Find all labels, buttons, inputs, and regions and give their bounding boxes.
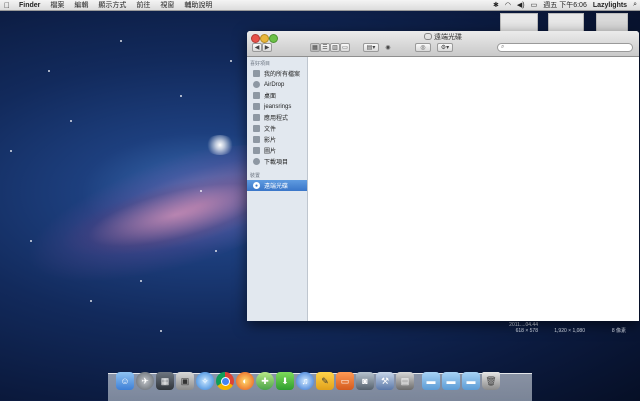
- menu-app-name[interactable]: Finder: [14, 2, 45, 9]
- safari-icon[interactable]: ✧: [196, 372, 214, 390]
- sidebar-header-devices: 裝置: [250, 173, 261, 179]
- sidebar-item-label: 我的所有檔案: [264, 72, 301, 78]
- eye-icon[interactable]: ◎: [415, 43, 431, 52]
- search-field[interactable]: ⌕: [497, 43, 633, 52]
- menu-edit[interactable]: 編輯: [69, 0, 93, 10]
- arrange-button[interactable]: ▤▾: [363, 43, 379, 52]
- quicklook-button[interactable]: ◉: [384, 43, 392, 52]
- dock-icons: ☺ ✈ ▦ ▣ ✧ ◐ ✚ ⬇ ♫ ✎ ▭ ◙ ⚒ ▤ ▬ ▬ ▬ 🗑: [116, 372, 502, 390]
- mission-control-icon[interactable]: ▦: [156, 372, 174, 390]
- sidebar-item-label: 圖片: [264, 149, 277, 155]
- column-view-button[interactable]: ▥: [330, 43, 340, 52]
- sidebar-item-applications[interactable]: 應用程式: [247, 112, 307, 123]
- back-button[interactable]: ◀: [252, 43, 262, 52]
- sidebar-item-pictures[interactable]: 圖片: [247, 145, 307, 156]
- home-icon: [253, 103, 260, 110]
- menu-view[interactable]: 顯示方式: [93, 0, 131, 10]
- file-browser-content[interactable]: [308, 57, 639, 321]
- menu-window[interactable]: 視窗: [155, 0, 179, 10]
- sidebar-item-label: AirDrop: [264, 81, 285, 88]
- sidebar-item-home[interactable]: jeansrings: [247, 101, 307, 112]
- sidebar-item-documents[interactable]: 文件: [247, 123, 307, 134]
- preview-icon[interactable]: ▣: [176, 372, 194, 390]
- desktop-file-label[interactable]: 2011....04.44 618 × 578: [494, 322, 538, 334]
- list-view-button[interactable]: ☰: [320, 43, 330, 52]
- desktop-file-label[interactable]: 8 像素: [596, 328, 626, 334]
- action-gear-button[interactable]: ⚙▾: [437, 43, 453, 52]
- menubar-clock[interactable]: 週五 下午6:06: [540, 0, 590, 10]
- movies-icon: [253, 136, 260, 143]
- itunes-icon[interactable]: ♫: [296, 372, 314, 390]
- airdrop-icon: [253, 81, 260, 88]
- documents-folder-icon[interactable]: ▬: [462, 372, 480, 390]
- sidebar-item-label: 影片: [264, 138, 277, 144]
- downloads-icon: [253, 158, 260, 165]
- bluetooth-icon[interactable]: ✱: [490, 1, 502, 9]
- facetime-icon[interactable]: ◙: [356, 372, 374, 390]
- downloads-folder-icon[interactable]: ▬: [442, 372, 460, 390]
- sidebar-item-label: 遠端光碟: [264, 184, 289, 190]
- chrome-icon[interactable]: [216, 372, 234, 390]
- applications-icon: [253, 114, 260, 121]
- menubar-user[interactable]: Lazylights: [590, 2, 630, 9]
- finder-icon[interactable]: ☺: [116, 372, 134, 390]
- cyberduck-icon[interactable]: ✚: [256, 372, 274, 390]
- search-icon: ⌕: [501, 44, 505, 50]
- sidebar-item-label: 桌面: [264, 94, 277, 100]
- sidebar-item-remote-disc[interactable]: ● 遠端光碟: [247, 180, 307, 191]
- menu-file[interactable]: 檔案: [45, 0, 69, 10]
- xcode-icon[interactable]: ⚒: [376, 372, 394, 390]
- sidebar-item-label: 文件: [264, 127, 277, 133]
- firefox-icon[interactable]: ◐: [236, 372, 254, 390]
- coverflow-view-button[interactable]: ▭: [340, 43, 350, 52]
- trash-icon[interactable]: 🗑: [482, 372, 500, 390]
- wifi-icon[interactable]: ◠: [502, 1, 514, 9]
- sidebar-item-all-files[interactable]: 我的所有檔案: [247, 68, 307, 79]
- sidebar: 喜好項目 我的所有檔案 AirDrop 桌面 jeansrings 應用程式 文…: [247, 57, 308, 321]
- volume-icon[interactable]: ◀): [514, 1, 528, 9]
- photo-booth-icon[interactable]: ▤: [396, 372, 414, 390]
- window-title: 遠端光碟: [247, 32, 639, 42]
- finder-window: 遠端光碟 ◀ ▶ ▦ ☰ ▥ ▭ ▤▾ ◉ ◎ ⚙▾ ⌕ 喜好項目 我的所有檔案…: [247, 31, 639, 321]
- sidebar-item-downloads[interactable]: 下載項目: [247, 156, 307, 167]
- menu-bar:  Finder 檔案 編輯 顯示方式 前往 視窗 輔助說明 ✱ ◠ ◀) ▭ …: [0, 0, 640, 11]
- remote-disc-icon: ●: [253, 182, 260, 189]
- desktop-file-label[interactable]: 1,920 × 1,080: [545, 328, 585, 334]
- folder-icon[interactable]: ▬: [422, 372, 440, 390]
- keynote-icon[interactable]: ▭: [336, 372, 354, 390]
- window-toolbar: 遠端光碟 ◀ ▶ ▦ ☰ ▥ ▭ ▤▾ ◉ ◎ ⚙▾ ⌕: [247, 31, 639, 57]
- sidebar-item-label: 應用程式: [264, 116, 289, 122]
- all-files-icon: [253, 70, 260, 77]
- menu-go[interactable]: 前往: [131, 0, 155, 10]
- sidebar-item-airdrop[interactable]: AirDrop: [247, 79, 307, 90]
- stickies-icon[interactable]: ✎: [316, 372, 334, 390]
- torrent-icon[interactable]: ⬇: [276, 372, 294, 390]
- menu-help[interactable]: 輔助說明: [179, 0, 217, 10]
- forward-button[interactable]: ▶: [262, 43, 272, 52]
- spotlight-icon[interactable]: ⌕: [630, 1, 640, 9]
- sidebar-item-label: 下載項目: [264, 160, 289, 166]
- sidebar-header-favorites: 喜好項目: [250, 61, 271, 67]
- disc-icon: [424, 33, 432, 40]
- battery-icon[interactable]: ▭: [528, 1, 541, 9]
- launchpad-icon[interactable]: ✈: [136, 372, 154, 390]
- sidebar-item-desktop[interactable]: 桌面: [247, 90, 307, 101]
- apple-menu-icon[interactable]: : [0, 1, 14, 10]
- icon-view-button[interactable]: ▦: [310, 43, 320, 52]
- pictures-icon: [253, 147, 260, 154]
- sidebar-item-label: jeansrings: [264, 103, 292, 110]
- sidebar-item-movies[interactable]: 影片: [247, 134, 307, 145]
- desktop-icon: [253, 92, 260, 99]
- documents-icon: [253, 125, 260, 132]
